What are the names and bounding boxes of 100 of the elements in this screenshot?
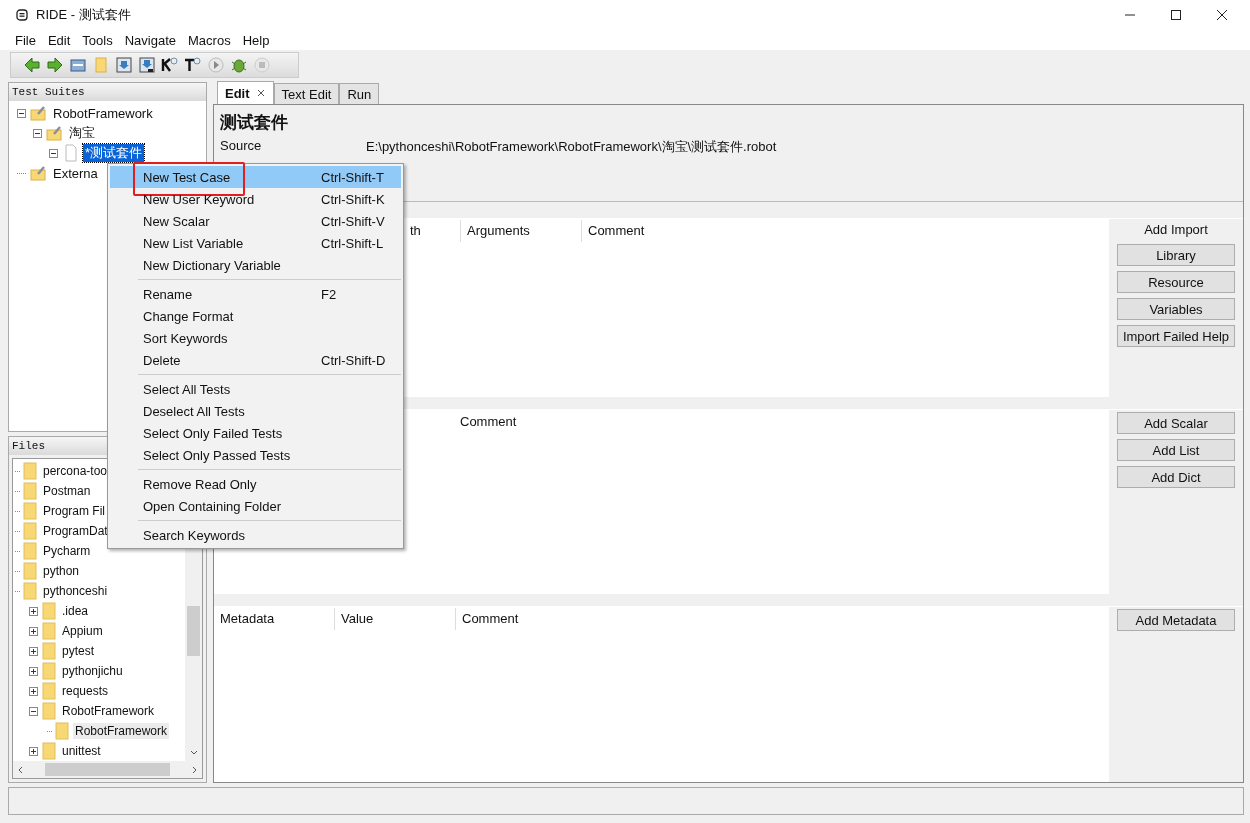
tab[interactable]: Run <box>339 83 380 104</box>
column-header: Arguments <box>460 220 582 242</box>
folder-open-icon[interactable] <box>69 56 87 74</box>
folder-icon <box>42 742 56 760</box>
maximize-icon[interactable] <box>1170 9 1182 21</box>
play-icon[interactable] <box>207 56 225 74</box>
app-icon <box>16 9 28 21</box>
section-heading: Add Import <box>1144 221 1208 239</box>
expand-toggle[interactable] <box>29 666 38 676</box>
tree-item[interactable]: RobotFramework <box>51 105 155 121</box>
menu-item[interactable]: Rename F2 <box>110 283 401 305</box>
menu-item[interactable]: Macros <box>188 32 231 48</box>
tree-item[interactable]: Externa <box>51 165 100 181</box>
collapse-toggle[interactable] <box>49 148 58 158</box>
import-button[interactable]: Variables <box>1117 298 1235 320</box>
folder-icon <box>23 462 37 480</box>
expand-toggle[interactable] <box>29 686 38 696</box>
menu-item[interactable]: Search Keywords <box>110 524 401 546</box>
column-header: Comment <box>587 222 645 240</box>
menu-item[interactable]: Delete Ctrl-Shift-D <box>110 349 401 371</box>
add-variable-button[interactable]: Add Dict <box>1117 466 1235 488</box>
horizontal-scrollbar[interactable] <box>13 761 202 778</box>
folder-icon <box>55 722 69 740</box>
expand-toggle[interactable] <box>29 646 38 656</box>
add-variable-button[interactable]: Add Scalar <box>1117 412 1235 434</box>
tree-item[interactable]: ProgramDat <box>41 523 110 539</box>
collapse-toggle[interactable] <box>33 128 42 138</box>
menu-item[interactable]: Edit <box>47 32 71 48</box>
tree-item[interactable]: pythonjichu <box>60 663 125 679</box>
column-header: Comment <box>461 610 519 628</box>
menu-item[interactable]: Help <box>242 32 270 48</box>
tree-item[interactable]: percona-too <box>41 463 110 479</box>
add-variable-button[interactable]: Add List <box>1117 439 1235 461</box>
test-search-icon[interactable] <box>184 56 202 74</box>
folder-icon <box>23 522 37 540</box>
save-all-icon[interactable] <box>138 56 156 74</box>
scroll-thumb[interactable] <box>187 606 200 656</box>
source-path: E:\pythonceshi\RobotFramework\RobotFramework\淘宝\测试套件.robot <box>366 138 777 156</box>
import-button[interactable]: Resource <box>1117 271 1235 293</box>
folder-wrench-icon <box>46 124 64 142</box>
suite-title: 测试套件 <box>220 112 289 134</box>
back-arrow-icon[interactable] <box>23 56 41 74</box>
expand-toggle[interactable] <box>29 606 38 616</box>
menu-item[interactable]: Open Containing Folder <box>110 495 401 517</box>
tree-item[interactable]: pytest <box>60 643 96 659</box>
column-header: Value <box>335 608 456 630</box>
bug-icon[interactable] <box>230 56 248 74</box>
scroll-thumb[interactable] <box>45 763 170 776</box>
close-icon[interactable] <box>255 88 266 98</box>
menu-item[interactable]: Tools <box>82 32 113 48</box>
tree-item[interactable]: .idea <box>60 603 91 619</box>
menu-item[interactable]: Deselect All Tests <box>110 400 401 422</box>
tree-item[interactable]: Program Fil <box>41 503 107 519</box>
tree-item[interactable]: unittest <box>60 743 103 759</box>
tree-item[interactable]: pythonceshi <box>41 583 110 599</box>
expand-toggle[interactable] <box>29 746 38 756</box>
forward-arrow-icon[interactable] <box>46 56 64 74</box>
menu-item[interactable]: Change Format <box>110 305 401 327</box>
menu-item[interactable]: New Dictionary Variable <box>110 254 401 276</box>
folder-icon <box>42 702 56 720</box>
expand-toggle[interactable] <box>29 706 38 716</box>
tree-item[interactable]: Pycharm <box>41 543 93 559</box>
save-icon[interactable] <box>115 56 133 74</box>
source-label: Source <box>220 138 263 155</box>
tree-item[interactable]: Appium <box>60 623 105 639</box>
add-metadata-button[interactable]: Add Metadata <box>1117 609 1235 631</box>
column-header: Comment <box>459 413 517 431</box>
folder-icon <box>42 602 56 620</box>
menu-item[interactable]: Navigate <box>124 32 177 48</box>
tree-item[interactable]: RobotFramework <box>73 723 170 739</box>
folder-wrench-icon <box>30 164 48 182</box>
tab[interactable]: Text Edit <box>273 83 340 104</box>
tree-item[interactable]: python <box>41 563 82 579</box>
folder-icon <box>42 642 56 660</box>
tab[interactable]: Edit <box>217 81 274 104</box>
close-icon[interactable] <box>1216 9 1228 21</box>
tree-item[interactable]: *测试套件 <box>83 144 145 162</box>
folder-icon <box>42 622 56 640</box>
tree-item[interactable]: Postman <box>41 483 93 499</box>
tree-item[interactable]: RobotFramework <box>60 703 157 719</box>
menu-item[interactable]: File <box>15 32 36 48</box>
panel-header: Test Suites <box>9 83 206 101</box>
menu-item[interactable]: New List Variable Ctrl-Shift-L <box>110 232 401 254</box>
file-icon <box>62 144 80 162</box>
folder-icon <box>23 502 37 520</box>
expand-toggle[interactable] <box>29 626 38 636</box>
keyword-search-icon[interactable] <box>161 56 179 74</box>
tree-item[interactable]: requests <box>60 683 111 699</box>
menu-item[interactable]: Sort Keywords <box>110 327 401 349</box>
collapse-toggle[interactable] <box>17 108 26 118</box>
folder-icon <box>42 662 56 680</box>
menu-item[interactable]: New User Keyword Ctrl-Shift-K <box>110 188 401 210</box>
menu-item[interactable]: Remove Read Only <box>110 473 401 495</box>
menu-item[interactable]: New Scalar Ctrl-Shift-V <box>110 210 401 232</box>
menu-item[interactable]: Select All Tests <box>110 378 401 400</box>
import-button[interactable]: Library <box>1117 244 1235 266</box>
tree-item[interactable]: 淘宝 <box>67 124 97 142</box>
folder-icon <box>23 482 37 500</box>
import-button[interactable]: Import Failed Help <box>1117 325 1235 347</box>
menu-item[interactable]: New Test Case Ctrl-Shift-T <box>110 166 401 188</box>
